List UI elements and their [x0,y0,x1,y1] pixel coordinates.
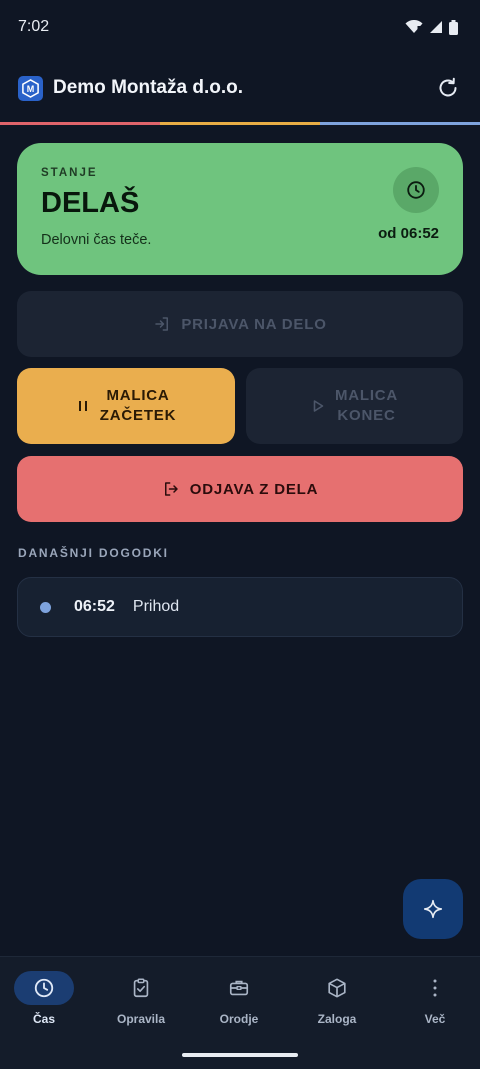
login-button[interactable]: PRIJAVA NA DELO [17,291,463,357]
lunch-start-button[interactable]: MALICA ZAČETEK [17,368,235,444]
app-bar: M Demo Montaža d.o.o. [0,60,480,116]
lunch-start-label: MALICA ZAČETEK [100,386,176,426]
nav-pill-cas [14,971,74,1005]
app-title: Demo Montaža d.o.o. [53,77,243,98]
clock-icon [407,181,425,199]
status-clock-badge [393,167,439,213]
state-label: STANJE [41,167,98,179]
logout-button-label: ODJAVA Z DELA [189,480,319,498]
lunch-start-line2: ZAČETEK [99,407,177,424]
events-section-title: DANAŠNJI DOGODKI [18,546,169,560]
lunch-start-line1: MALICA [106,387,170,404]
list-item: 06:52 Prihod [17,577,463,637]
accent-strip [0,122,480,125]
home-indicator[interactable] [182,1053,298,1057]
clipboard-check-icon [133,978,149,998]
login-icon [153,315,171,333]
event-dot-icon [40,601,51,613]
nav-pill-orodje [209,971,269,1005]
more-vertical-icon [433,979,437,997]
nav-item-zaloga[interactable]: Zaloga [289,971,385,1026]
nav-pill-vec [405,971,465,1005]
event-time: 06:52 [74,598,115,615]
assistant-fab-button[interactable] [403,879,463,939]
clock-icon [34,978,54,998]
nav-item-orodje[interactable]: Orodje [191,971,287,1026]
lunch-end-line2: KONEC [337,407,396,424]
box-icon [328,978,346,998]
logo-hexagon-icon: M [22,78,39,98]
app-logo: M [18,75,43,101]
nav-pill-opravila [111,971,171,1005]
logo-letter: M [27,84,35,94]
lunch-end-label: MALICA KONEC [335,386,398,426]
status-icons [405,19,458,35]
nav-label-opravila: Opravila [116,1012,166,1026]
status-card: STANJE DELAŠ Delovni čas teče. od 06:52 [17,143,463,275]
nav-label-zaloga: Zaloga [317,1012,357,1026]
status-bar: 7:02 [0,0,480,54]
play-icon [311,399,325,413]
refresh-icon [439,77,457,97]
state-value: DELAŠ [41,187,140,219]
nav-pill-zaloga [307,971,367,1005]
event-label: Prihod [132,598,180,615]
nav-item-opravila[interactable]: Opravila [93,971,189,1026]
nav-item-vec[interactable]: Več [387,971,480,1026]
logout-icon [162,480,180,498]
refresh-button[interactable] [434,74,462,102]
toolbox-icon [229,980,249,996]
nav-item-cas[interactable]: Čas [0,971,92,1026]
nav-label-cas: Čas [32,1012,55,1026]
logout-button[interactable]: ODJAVA Z DELA [17,456,463,522]
status-time: 7:02 [18,18,50,35]
since-time: od 06:52 [378,225,439,242]
login-button-label: PRIJAVA NA DELO [181,315,327,333]
pause-icon [76,399,90,413]
nav-label-orodje: Orodje [219,1012,259,1026]
battery-icon [449,19,458,35]
nav-label-vec: Več [424,1012,446,1026]
lunch-end-button[interactable]: MALICA KONEC [246,368,463,444]
signal-icon [430,21,442,33]
accent-segment-blue [320,122,480,125]
wifi-icon [405,20,423,33]
lunch-end-line1: MALICA [334,387,399,404]
accent-segment-red [0,122,160,125]
accent-segment-yellow [160,122,320,125]
sparkle-icon [423,899,443,919]
